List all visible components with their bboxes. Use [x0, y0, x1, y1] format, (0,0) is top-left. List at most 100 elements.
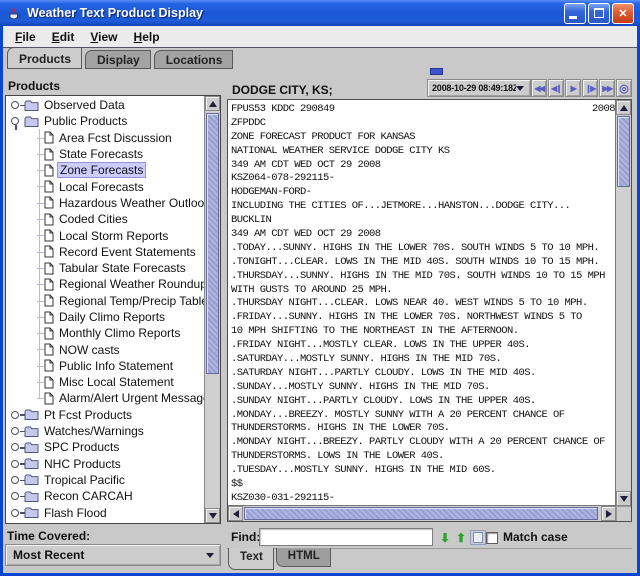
- tree-collapsed-handle-icon[interactable]: [8, 459, 24, 469]
- step-forward-button[interactable]: ❙▶: [582, 79, 598, 97]
- tree-item-now-casts[interactable]: NOW casts: [6, 341, 205, 357]
- folder-icon: [24, 115, 39, 128]
- text-horizontal-scrollbar[interactable]: [228, 505, 616, 521]
- play-button[interactable]: ▶: [565, 79, 581, 97]
- tree-item-nhc-products[interactable]: NHC Products: [6, 456, 205, 472]
- scroll-up-icon[interactable]: [205, 96, 220, 111]
- maximize-icon[interactable]: [588, 3, 610, 24]
- tree-item-alarm-alert-urgent-message[interactable]: Alarm/Alert Urgent Message: [6, 390, 205, 406]
- match-case-checkbox[interactable]: [486, 532, 498, 544]
- folder-icon: [24, 441, 39, 454]
- tree-collapsed-handle-icon[interactable]: [8, 100, 24, 110]
- tree-item-area-fcst-discussion[interactable]: Area Fcst Discussion: [6, 130, 205, 146]
- text-line: HODGEMAN-FORD-: [231, 186, 616, 200]
- window-title: Weather Text Product Display: [27, 6, 203, 20]
- text-line: .TUESDAY...MOSTLY SUNNY. HIGHS IN THE MI…: [231, 464, 616, 478]
- document-icon: [44, 148, 54, 161]
- menu-edit[interactable]: Edit: [44, 28, 83, 46]
- tree-item-zone-forecasts[interactable]: Zone Forecasts: [6, 162, 205, 178]
- scroll-up-icon[interactable]: [616, 100, 631, 115]
- tree-item-public-info-statement[interactable]: Public Info Statement: [6, 358, 205, 374]
- tree-item-local-forecasts[interactable]: Local Forecasts: [6, 178, 205, 194]
- tree-collapsed-handle-icon[interactable]: [8, 491, 24, 501]
- bottom-tab-text[interactable]: Text: [228, 548, 274, 570]
- tree-item-label: Zone Forecasts: [57, 162, 146, 178]
- tree-item-pt-fcst-products[interactable]: Pt Fcst Products: [6, 407, 205, 423]
- tree-item-spc-products[interactable]: SPC Products: [6, 439, 205, 455]
- bottom-tab-html[interactable]: HTML: [276, 548, 331, 567]
- tree-item-label: Pt Fcst Products: [42, 408, 134, 422]
- menu-help[interactable]: Help: [126, 28, 168, 46]
- menu-view[interactable]: View: [82, 28, 125, 46]
- tab-locations[interactable]: Locations: [154, 50, 234, 69]
- text-vscroll-thumb[interactable]: [617, 116, 630, 187]
- tree-item-hazardous-weather-outlook[interactable]: Hazardous Weather Outlook: [6, 195, 205, 211]
- tree-item-recon-carcah[interactable]: Recon CARCAH: [6, 488, 205, 504]
- rewind-button[interactable]: ◀◀: [531, 79, 547, 97]
- text-line: INCLUDING THE CITIES OF...JETMORE...HANS…: [231, 200, 616, 214]
- tree-scrollbar-thumb[interactable]: [206, 113, 219, 374]
- tab-display[interactable]: Display: [85, 50, 151, 69]
- tree-item-label: Flash Flood: [42, 506, 109, 520]
- text-line: $$: [231, 478, 616, 492]
- close-icon[interactable]: ✕: [612, 3, 634, 24]
- text-line: BUCKLIN: [231, 214, 616, 228]
- time-covered-select[interactable]: Most Recent: [5, 544, 221, 566]
- tree-item-partial[interactable]: [6, 521, 205, 523]
- tree-collapsed-handle-icon[interactable]: [8, 426, 24, 436]
- minimize-icon[interactable]: [564, 3, 586, 24]
- tree-item-regional-temp-precip-tables[interactable]: Regional Temp/Precip Tables: [6, 293, 205, 309]
- find-prev-button[interactable]: ⬆: [454, 530, 468, 545]
- tree-item-flash-flood[interactable]: Flash Flood: [6, 504, 205, 520]
- tree-item-misc-local-statement[interactable]: Misc Local Statement: [6, 374, 205, 390]
- document-icon: [44, 327, 54, 340]
- datetime-select[interactable]: 2008-10-29 08:49:18Z: [427, 79, 531, 97]
- highlight-all-button[interactable]: [470, 530, 486, 545]
- scroll-down-icon[interactable]: [616, 491, 631, 506]
- time-covered-value: Most Recent: [6, 548, 206, 562]
- tree-item-local-storm-reports[interactable]: Local Storm Reports: [6, 227, 205, 243]
- tree-collapsed-handle-icon[interactable]: [8, 410, 24, 420]
- step-back-button[interactable]: ◀❙: [548, 79, 564, 97]
- tree-item-public-products[interactable]: Public Products: [6, 113, 205, 129]
- tree-item-monthly-climo-reports[interactable]: Monthly Climo Reports: [6, 325, 205, 341]
- tree-item-observed-data[interactable]: Observed Data: [6, 97, 205, 113]
- tree-item-label: Watches/Warnings: [42, 424, 146, 438]
- scroll-right-icon[interactable]: [601, 506, 616, 521]
- scroll-down-icon[interactable]: [205, 508, 220, 523]
- tree-item-regional-weather-roundups[interactable]: Regional Weather Roundups: [6, 276, 205, 292]
- loop-button[interactable]: ◎: [616, 79, 632, 97]
- tree-collapsed-handle-icon[interactable]: [8, 508, 24, 518]
- text-line: .FRIDAY...SUNNY. HIGHS IN THE LOWER 70S.…: [231, 311, 616, 325]
- tree-collapsed-handle-icon[interactable]: [8, 442, 24, 452]
- folder-icon: [24, 506, 39, 519]
- menu-file[interactable]: File: [7, 28, 44, 46]
- tree-expanded-handle-icon[interactable]: [8, 116, 24, 126]
- find-input[interactable]: [259, 528, 433, 546]
- tree-item-label: SPC Products: [42, 440, 121, 454]
- tree-collapsed-handle-icon[interactable]: [8, 475, 24, 485]
- tree-item-daily-climo-reports[interactable]: Daily Climo Reports: [6, 309, 205, 325]
- find-next-button[interactable]: ⬇: [438, 530, 452, 545]
- tree-item-watches-warnings[interactable]: Watches/Warnings: [6, 423, 205, 439]
- text-hscroll-thumb[interactable]: [244, 507, 598, 520]
- progress-indicator: [430, 68, 443, 75]
- tree-item-tabular-state-forecasts[interactable]: Tabular State Forecasts: [6, 260, 205, 276]
- tree-item-coded-cities[interactable]: Coded Cities: [6, 211, 205, 227]
- bottom-tabs: TextHTML: [228, 548, 333, 570]
- text-line: .TODAY...SUNNY. HIGHS IN THE LOWER 70S. …: [231, 242, 616, 256]
- tree-item-label: State Forecasts: [57, 147, 145, 161]
- java-icon: [6, 5, 22, 21]
- tree-item-record-event-statements[interactable]: Record Event Statements: [6, 244, 205, 260]
- tree-item-state-forecasts[interactable]: State Forecasts: [6, 146, 205, 162]
- scroll-left-icon[interactable]: [228, 506, 243, 521]
- product-text[interactable]: 2008FPUS53 KDDC 290849ZFPDDCZONE FORECAS…: [228, 100, 616, 506]
- tree-scrollbar[interactable]: [204, 96, 220, 523]
- tree-item-label: Tabular State Forecasts: [57, 261, 188, 275]
- fast-forward-button[interactable]: ▶▶: [599, 79, 615, 97]
- tree-item-label: Tropical Pacific: [42, 473, 127, 487]
- tree-item-label: Recon CARCAH: [42, 489, 135, 503]
- tree-item-tropical-pacific[interactable]: Tropical Pacific: [6, 472, 205, 488]
- tab-products[interactable]: Products: [7, 47, 82, 69]
- text-vertical-scrollbar[interactable]: [615, 100, 631, 506]
